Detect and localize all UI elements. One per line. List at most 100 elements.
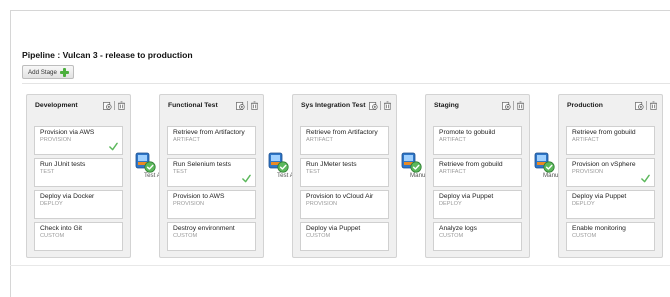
stage-header: Sys Integration Test [293,95,396,116]
task-card[interactable]: Deploy via Puppet DEPLOY [433,190,522,219]
task-name: Promote to gobuild [439,129,496,136]
task-card[interactable]: Retrieve from gobuild ARTIFACT [433,158,522,187]
task-card[interactable]: Run Selenium tests TEST [167,158,256,187]
task-type: PROVISION [306,201,338,207]
task-name: Run JUnit tests [40,161,86,168]
tool-separator [114,101,115,110]
stage-column: Functional Test Retrieve from Artifactor… [159,94,264,258]
task-type: CUSTOM [439,233,464,239]
stage-name: Development [35,102,78,109]
task-name: Provision via AWS [40,129,95,136]
task-type: DEPLOY [40,201,63,207]
task-name: Deploy via Puppet [572,193,627,200]
stage-column: Development Provision via AWS PROVISION … [26,94,131,258]
task-card[interactable]: Destroy environment CUSTOM [167,222,256,251]
task-type: CUSTOM [572,233,597,239]
task-card[interactable]: Provision on vSphere PROVISION [566,158,655,187]
tool-separator [380,101,381,110]
task-name: Deploy via Puppet [439,193,494,200]
add-task-icon[interactable] [236,101,245,110]
task-type: PROVISION [173,201,205,207]
stage-name: Functional Test [168,102,218,109]
trash-icon[interactable] [516,101,525,110]
stage-header: Development [27,95,130,116]
task-type: CUSTOM [306,233,331,239]
stage-name: Sys Integration Test [301,102,366,109]
add-stage-label: Add Stage [28,68,57,76]
stage-header: Functional Test [160,95,263,116]
plus-icon [59,67,69,77]
stage-header: Staging [426,95,529,116]
task-type: ARTIFACT [572,137,599,143]
task-name: Destroy environment [173,225,235,232]
stage-tools [635,101,658,110]
task-name: Provision to AWS [173,193,225,200]
task-name: Deploy via Docker [40,193,95,200]
add-task-icon[interactable] [103,101,112,110]
task-card[interactable]: Retrieve from gobuild ARTIFACT [566,126,655,155]
task-type: CUSTOM [173,233,198,239]
task-card[interactable]: Run JMeter tests TEST [300,158,389,187]
gate-label: Test A [277,172,292,179]
task-card[interactable]: Analyze logs CUSTOM [433,222,522,251]
task-name: Check into Git [40,225,82,232]
bottom-divider [10,265,670,266]
gate-label: Manu [410,172,425,179]
gate-label: Test A [144,172,159,179]
tool-separator [646,101,647,110]
add-task-icon[interactable] [502,101,511,110]
task-type: DEPLOY [572,201,595,207]
task-type: ARTIFACT [439,169,466,175]
task-card[interactable]: Provision via AWS PROVISION [34,126,123,155]
trash-icon[interactable] [383,101,392,110]
stage-tools [236,101,259,110]
stage-column: Staging Promote to gobuild ARTIFACT Retr… [425,94,530,258]
trash-icon[interactable] [649,101,658,110]
add-stage-button[interactable]: Add Stage [22,65,74,79]
task-card[interactable]: Provision to vCloud Air PROVISION [300,190,389,219]
task-card[interactable]: Enable monitoring CUSTOM [566,222,655,251]
stage-name: Staging [434,102,459,109]
gate-label: Manu [543,172,558,179]
add-task-icon[interactable] [635,101,644,110]
task-type: CUSTOM [40,233,65,239]
task-card[interactable]: Retrieve from Artifactory ARTIFACT [167,126,256,155]
task-card[interactable]: Run JUnit tests TEST [34,158,123,187]
task-type: ARTIFACT [173,137,200,143]
stage-tools [103,101,126,110]
task-name: Enable monitoring [572,225,626,232]
task-name: Retrieve from Artifactory [173,129,245,136]
task-name: Provision to vCloud Air [306,193,374,200]
trash-icon[interactable] [117,101,126,110]
check-icon [641,174,650,183]
stage-header: Production [559,95,662,116]
trash-icon[interactable] [250,101,259,110]
task-name: Deploy via Puppet [306,225,361,232]
task-card[interactable]: Retrieve from Artifactory ARTIFACT [300,126,389,155]
task-name: Run Selenium tests [173,161,231,168]
task-card[interactable]: Promote to gobuild ARTIFACT [433,126,522,155]
task-card[interactable]: Deploy via Docker DEPLOY [34,190,123,219]
stage-name: Production [567,102,603,109]
task-type: DEPLOY [439,201,462,207]
task-card[interactable]: Check into Git CUSTOM [34,222,123,251]
task-card[interactable]: Deploy via Puppet CUSTOM [300,222,389,251]
tool-separator [513,101,514,110]
check-icon [242,174,251,183]
stage-column: Production Retrieve from gobuild ARTIFAC… [558,94,663,258]
task-type: ARTIFACT [439,137,466,143]
task-name: Provision on vSphere [572,161,636,168]
task-name: Retrieve from Artifactory [306,129,378,136]
check-icon [109,142,118,151]
task-name: Retrieve from gobuild [439,161,503,168]
tool-separator [247,101,248,110]
task-name: Analyze logs [439,225,477,232]
task-name: Retrieve from gobuild [572,129,636,136]
task-card[interactable]: Provision to AWS PROVISION [167,190,256,219]
add-task-icon[interactable] [369,101,378,110]
stage-tools [369,101,392,110]
page-title: Pipeline : Vulcan 3 - release to product… [22,50,193,60]
canvas-divider [22,83,670,84]
task-type: TEST [306,169,321,175]
task-card[interactable]: Deploy via Puppet DEPLOY [566,190,655,219]
